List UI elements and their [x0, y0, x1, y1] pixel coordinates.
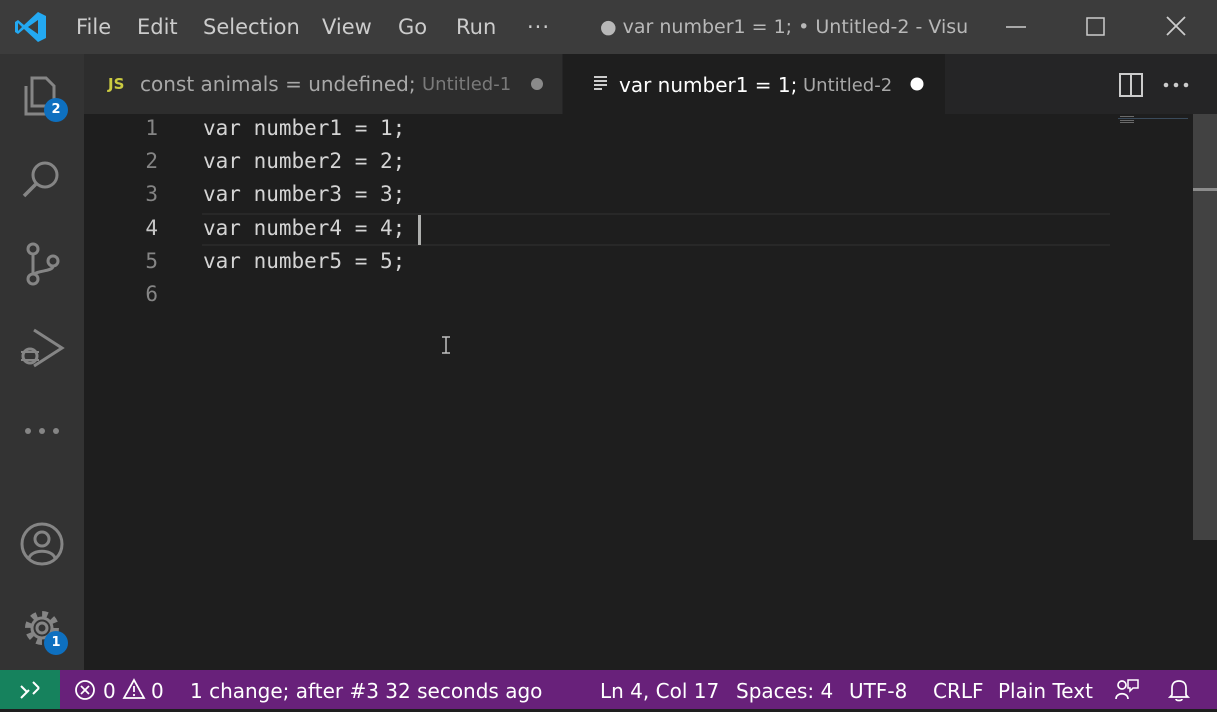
- account-icon: [20, 522, 64, 566]
- search-button[interactable]: [0, 146, 84, 218]
- menu-edit[interactable]: Edit: [137, 0, 178, 54]
- text-cursor: [418, 215, 421, 245]
- warning-icon: [122, 678, 146, 699]
- code-line[interactable]: var number3 = 3;: [203, 182, 405, 206]
- overview-ruler-cursor: [1193, 188, 1217, 191]
- close-window-button[interactable]: [1136, 0, 1216, 54]
- more-views-button[interactable]: [0, 398, 84, 464]
- code-line[interactable]: var number4 = 4;: [203, 216, 405, 240]
- menu-view[interactable]: View: [322, 0, 372, 54]
- manage-button[interactable]: 1: [0, 594, 84, 666]
- close-icon: [1166, 16, 1186, 36]
- cursor-position[interactable]: Ln 4, Col 17: [600, 670, 719, 709]
- notifications-button[interactable]: [1164, 670, 1194, 709]
- code-line[interactable]: var number2 = 2;: [203, 149, 405, 173]
- change-info[interactable]: 1 change; after #3 32 seconds ago: [190, 670, 542, 709]
- split-editor-icon: [1119, 73, 1143, 97]
- menu-more[interactable]: ···: [527, 0, 550, 54]
- ellipsis-icon: [25, 428, 59, 434]
- error-count: 0: [103, 679, 116, 703]
- language-mode[interactable]: Plain Text: [998, 670, 1093, 709]
- more-actions-button[interactable]: [1158, 68, 1194, 102]
- line-number-active: 4: [145, 216, 158, 240]
- minimap-viewport-line: [1118, 118, 1188, 119]
- menu-run[interactable]: Run: [456, 0, 496, 54]
- error-icon: [75, 680, 95, 700]
- title-bar: File Edit Selection View Go Run ··· ● va…: [0, 0, 1217, 54]
- menu-selection[interactable]: Selection: [203, 0, 300, 54]
- ibeam-cursor-icon: [442, 336, 450, 354]
- minimize-icon: [1006, 26, 1026, 28]
- bell-icon: [1167, 680, 1191, 702]
- line-number: 2: [145, 149, 158, 173]
- window-title: ● var number1 = 1; • Untitled-2 - Visu..…: [600, 16, 970, 38]
- source-control-button[interactable]: [0, 230, 84, 302]
- encoding[interactable]: UTF-8: [849, 670, 907, 709]
- unsaved-dot-icon[interactable]: [909, 76, 925, 92]
- line-ending[interactable]: CRLF: [933, 670, 984, 709]
- tab-description: Untitled-2: [803, 75, 893, 96]
- remote-indicator-button[interactable]: [0, 670, 60, 709]
- run-debug-button[interactable]: [0, 314, 84, 386]
- line-number: 6: [145, 282, 158, 306]
- feedback-icon: [1115, 679, 1139, 700]
- explorer-button[interactable]: 2: [0, 62, 84, 134]
- scrollbar-thumb[interactable]: [1193, 114, 1217, 540]
- code-line[interactable]: var number5 = 5;: [203, 249, 405, 273]
- manage-badge: 1: [44, 631, 68, 655]
- remote-icon: [20, 681, 40, 699]
- menu-go[interactable]: Go: [398, 0, 427, 54]
- vscode-logo-icon: [15, 12, 46, 42]
- code-editor[interactable]: 1 2 3 4 5 6 var number1 = 1; var number2…: [84, 114, 1193, 670]
- tab-untitled-2[interactable]: var number1 = 1; Untitled-2: [563, 54, 945, 114]
- tab-label: var number1 = 1;: [619, 73, 798, 97]
- indentation[interactable]: Spaces: 4: [736, 670, 833, 709]
- run-debug-icon: [21, 328, 65, 368]
- search-icon: [22, 161, 59, 198]
- tab-untitled-1[interactable]: JS const animals = undefined; Untitled-1: [84, 54, 562, 114]
- ellipsis-icon: [1163, 82, 1189, 88]
- plain-text-file-icon: [594, 76, 607, 90]
- tab-description: Untitled-1: [422, 74, 512, 95]
- accounts-button[interactable]: [0, 510, 84, 580]
- line-number: 5: [145, 249, 158, 273]
- js-file-icon: JS: [108, 75, 125, 93]
- code-line[interactable]: var number1 = 1;: [203, 116, 405, 140]
- unsaved-dot-icon[interactable]: [529, 76, 545, 92]
- warning-count: 0: [151, 679, 164, 703]
- split-editor-button[interactable]: [1114, 68, 1148, 102]
- vertical-scrollbar[interactable]: [1193, 114, 1217, 670]
- minimap[interactable]: [1118, 114, 1188, 126]
- menu-file[interactable]: File: [76, 0, 111, 54]
- line-number: 3: [145, 182, 158, 206]
- tab-label: const animals = undefined;: [140, 72, 416, 96]
- maximize-icon: [1086, 17, 1105, 36]
- line-number: 1: [145, 116, 158, 140]
- status-bar: 0 0 1 change; after #3 32 seconds ago Ln…: [0, 670, 1217, 709]
- source-control-icon: [26, 242, 60, 286]
- feedback-button[interactable]: [1112, 670, 1142, 709]
- minimize-button[interactable]: [976, 0, 1056, 54]
- maximize-button[interactable]: [1056, 0, 1136, 54]
- editor-tab-bar: JS const animals = undefined; Untitled-1…: [84, 54, 1217, 114]
- explorer-badge: 2: [44, 98, 68, 122]
- activity-bar: 2 1: [0, 54, 84, 670]
